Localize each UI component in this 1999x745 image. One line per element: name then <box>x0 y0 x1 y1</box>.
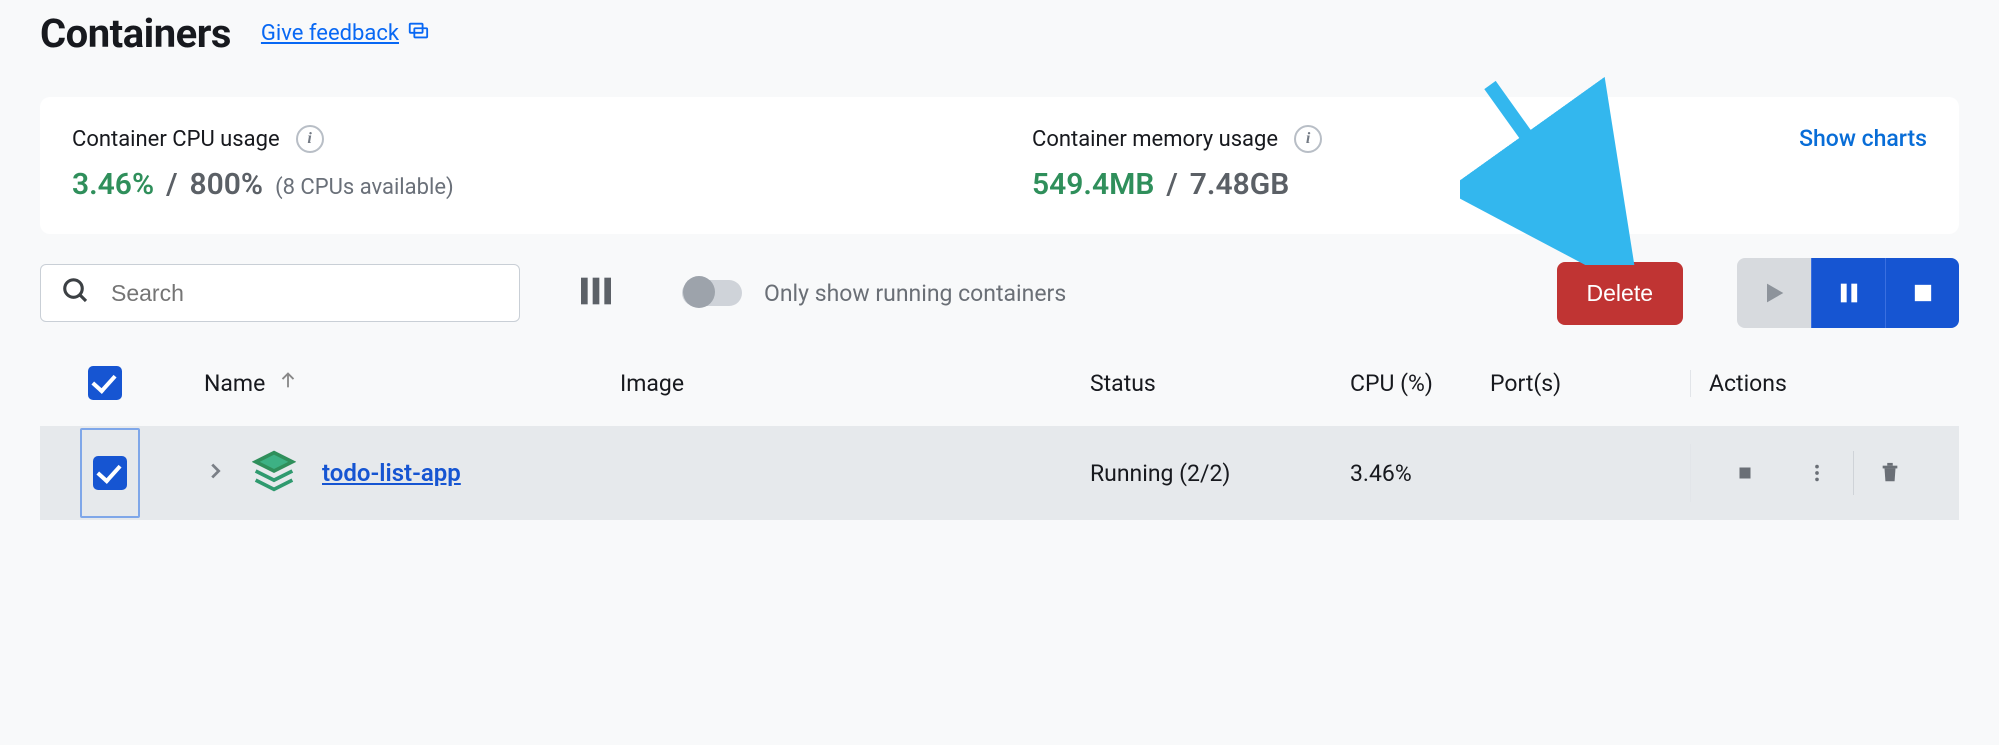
row-status-cell: Running (2/2) <box>1090 460 1350 487</box>
running-only-toggle-wrap: Only show running containers <box>682 280 1066 307</box>
row-stop-button[interactable] <box>1709 444 1781 502</box>
cpu-sub-label: (8 CPUs available) <box>275 175 454 200</box>
container-name-link[interactable]: todo-list-app <box>322 459 461 487</box>
containers-table: Name Image Status CPU (%) Port(s) Action… <box>40 356 1959 520</box>
row-checkbox-focus <box>80 428 140 518</box>
page-title: Containers <box>40 10 231 57</box>
column-header-status[interactable]: Status <box>1090 370 1350 397</box>
column-header-ports[interactable]: Port(s) <box>1490 370 1690 397</box>
column-header-cpu[interactable]: CPU (%) <box>1350 370 1490 397</box>
bulk-action-group <box>1737 258 1959 328</box>
memory-stat: Container memory usage i 549.4MB / 7.48G… <box>1032 125 1799 202</box>
expand-chevron-icon[interactable] <box>204 460 226 486</box>
table-header: Name Image Status CPU (%) Port(s) Action… <box>40 356 1959 426</box>
cpu-stat-label: Container CPU usage <box>72 127 280 152</box>
row-checkbox[interactable] <box>93 456 127 490</box>
cpu-stat: Container CPU usage i 3.46% / 800% (8 CP… <box>72 125 1032 202</box>
table-row[interactable]: todo-list-app Running (2/2) 3.46% <box>40 426 1959 520</box>
row-more-button[interactable] <box>1781 444 1853 502</box>
columns-button[interactable] <box>570 265 622 321</box>
info-icon[interactable]: i <box>296 125 324 153</box>
cpu-used-value: 3.46% <box>72 167 154 202</box>
cpu-total-value: 800% <box>190 167 264 202</box>
search-field[interactable] <box>40 264 520 322</box>
cpu-sep: / <box>166 167 177 202</box>
page-header: Containers Give feedback <box>40 10 1959 57</box>
memory-total-value: 7.48GB <box>1190 167 1289 202</box>
info-icon[interactable]: i <box>1294 125 1322 153</box>
column-header-image[interactable]: Image <box>620 370 1090 397</box>
row-delete-button[interactable] <box>1854 444 1926 502</box>
show-charts-link[interactable]: Show charts <box>1799 125 1927 152</box>
toolbar: Only show running containers Delete <box>40 258 1959 328</box>
memory-used-value: 549.4MB <box>1032 167 1154 202</box>
stop-button[interactable] <box>1885 258 1959 328</box>
feedback-link-label: Give feedback <box>261 21 399 46</box>
start-button[interactable] <box>1737 258 1811 328</box>
sort-ascending-icon <box>277 369 299 397</box>
running-only-label: Only show running containers <box>764 280 1066 307</box>
search-icon <box>61 276 91 310</box>
search-input[interactable] <box>111 280 499 307</box>
column-header-actions: Actions <box>1690 370 1959 397</box>
select-all-checkbox[interactable] <box>88 366 122 400</box>
column-header-name[interactable]: Name <box>170 369 620 397</box>
give-feedback-link[interactable]: Give feedback <box>261 20 429 48</box>
feedback-icon <box>407 20 429 48</box>
stats-card: Container CPU usage i 3.46% / 800% (8 CP… <box>40 97 1959 234</box>
row-actions <box>1690 444 1959 502</box>
compose-stack-icon <box>252 449 296 497</box>
memory-stat-label: Container memory usage <box>1032 127 1278 152</box>
memory-sep: / <box>1166 167 1177 202</box>
running-only-toggle[interactable] <box>682 280 742 306</box>
row-cpu-cell: 3.46% <box>1350 460 1490 487</box>
delete-button[interactable]: Delete <box>1557 262 1683 325</box>
pause-button[interactable] <box>1811 258 1885 328</box>
